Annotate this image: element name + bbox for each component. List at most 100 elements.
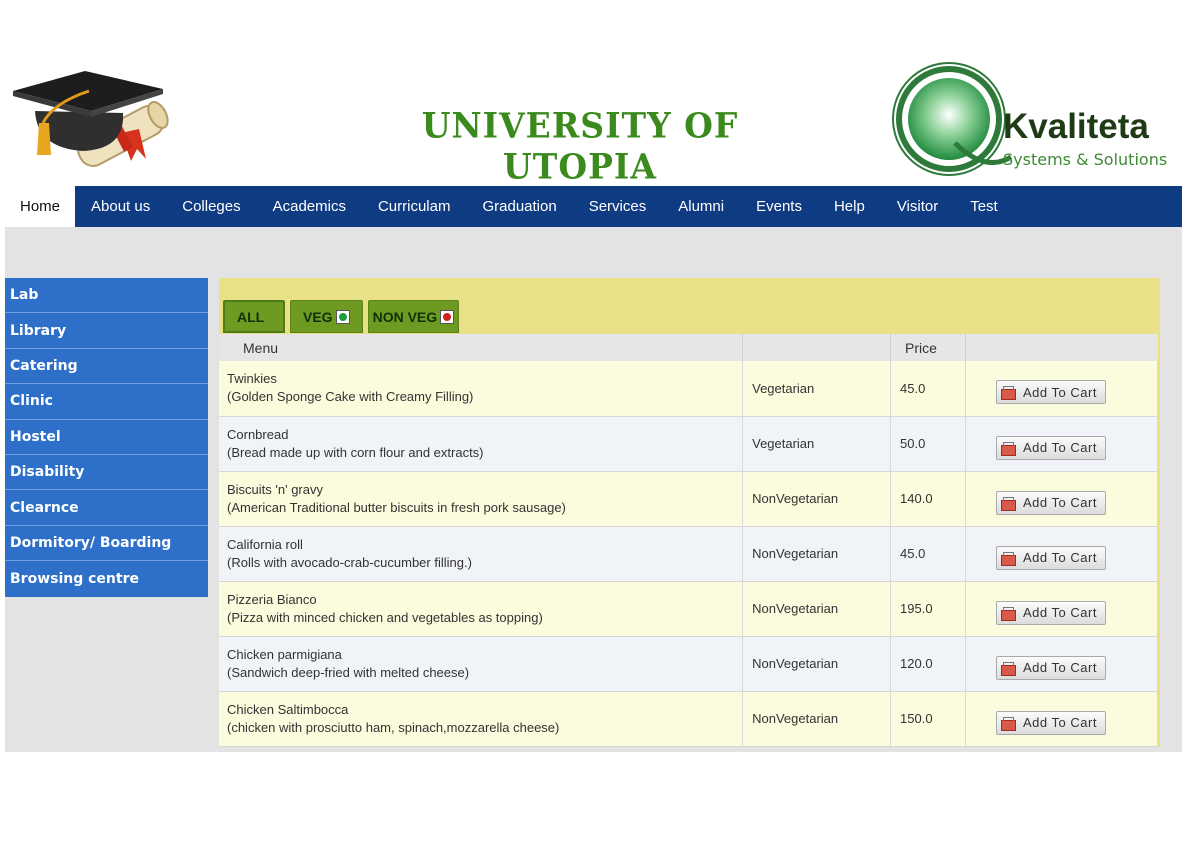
sidebar-item-dormitory[interactable]: Dormitory/ Boarding: [5, 525, 208, 562]
add-to-cart-label: Add To Cart: [1023, 495, 1097, 510]
menu-item-description: (Rolls with avocado-crab-cucumber fillin…: [227, 554, 472, 570]
cart-icon: [1001, 661, 1017, 676]
nav-academics[interactable]: Academics: [257, 186, 362, 227]
sidebar-item-library[interactable]: Library: [5, 313, 208, 349]
main-navbar: Home About us Colleges Academics Curricu…: [5, 186, 1182, 227]
cart-cell: Add To Cart: [965, 361, 1158, 417]
table-row: Chicken Saltimbocca (chicken with prosci…: [219, 691, 1158, 747]
menu-item-price: 195.0: [890, 581, 967, 637]
add-to-cart-button[interactable]: Add To Cart: [996, 655, 1107, 680]
cart-cell: Add To Cart: [965, 471, 1158, 527]
add-to-cart-label: Add To Cart: [1023, 384, 1097, 400]
table-row: Twinkies (Golden Sponge Cake with Creamy…: [219, 361, 1158, 417]
catering-panel: ALL VEG NON VEG Menu Price Twinkies (Gol…: [219, 278, 1160, 747]
menu-item-description: (Pizza with minced chicken and vegetable…: [227, 609, 543, 625]
menu-item-type: Vegetarian: [742, 416, 892, 472]
table-row: California roll (Rolls with avocado-crab…: [219, 526, 1158, 582]
cart-icon: [1001, 386, 1017, 401]
tab-all-label: ALL: [237, 308, 265, 325]
tab-non-veg[interactable]: NON VEG: [367, 300, 460, 333]
add-to-cart-button[interactable]: Add To Cart: [996, 600, 1107, 625]
menu-item-name: Twinkies: [227, 371, 277, 387]
add-to-cart-button[interactable]: Add To Cart: [996, 545, 1107, 570]
filter-tabs: ALL VEG NON VEG: [223, 300, 464, 334]
menu-item-name: California roll: [227, 536, 303, 552]
page-title: UNIVERSITY OF UTOPIA: [421, 105, 739, 187]
menu-item-type: NonVegetarian: [742, 526, 892, 582]
column-header-menu: Menu: [219, 334, 744, 361]
menu-item-name: Cornbread: [227, 426, 289, 442]
menu-item-description: (chicken with prosciutto ham, spinach,mo…: [227, 719, 560, 735]
menu-item-type: NonVegetarian: [742, 636, 892, 692]
menu-item-cell: Biscuits 'n' gravy (American Traditional…: [219, 471, 744, 527]
menu-item-cell: Chicken parmigiana (Sandwich deep-fried …: [219, 636, 744, 692]
menu-item-price: 140.0: [890, 471, 967, 527]
sidebar-item-browsing-centre[interactable]: Browsing centre: [5, 561, 208, 597]
menu-item-cell: Cornbread (Bread made up with corn flour…: [219, 416, 744, 472]
menu-item-type: Vegetarian: [742, 361, 892, 417]
kvaliteta-logo-icon: [892, 62, 1013, 176]
column-header-action: [965, 334, 1158, 361]
table-row: Cornbread (Bread made up with corn flour…: [219, 416, 1158, 472]
menu-item-name: Pizzeria Bianco: [227, 591, 317, 607]
tab-all[interactable]: ALL: [223, 300, 285, 333]
column-header-price: Price: [890, 334, 967, 361]
sidebar-item-clinic[interactable]: Clinic: [5, 384, 208, 420]
site-header: UNIVERSITY OF UTOPIA Kvaliteta Systems &…: [5, 55, 1182, 187]
sidebar-item-clearnce[interactable]: Clearnce: [5, 490, 208, 526]
nav-events[interactable]: Events: [740, 186, 818, 227]
sidebar-item-hostel[interactable]: Hostel: [5, 419, 208, 455]
menu-item-name: Chicken parmigiana: [227, 646, 342, 662]
non-veg-indicator-icon: [440, 309, 455, 324]
menu-item-price: 50.0: [890, 416, 967, 472]
tab-non-veg-label: NON VEG: [372, 308, 438, 325]
column-header-type: [742, 334, 892, 361]
nav-services[interactable]: Services: [573, 186, 663, 227]
cart-icon: [1001, 551, 1017, 566]
cart-cell: Add To Cart: [965, 526, 1158, 582]
sidebar-item-lab[interactable]: Lab: [5, 278, 208, 314]
table-header-row: Menu Price: [219, 334, 1158, 361]
nav-home[interactable]: Home: [5, 186, 76, 227]
add-to-cart-button[interactable]: Add To Cart: [996, 435, 1107, 460]
table-row: Pizzeria Bianco (Pizza with minced chick…: [219, 581, 1158, 637]
sidebar-item-catering[interactable]: Catering: [5, 348, 208, 385]
cart-cell: Add To Cart: [965, 636, 1158, 692]
table-row: Biscuits 'n' gravy (American Traditional…: [219, 471, 1158, 527]
nav-graduation[interactable]: Graduation: [466, 186, 572, 227]
menu-item-description: (American Traditional butter biscuits in…: [227, 499, 566, 515]
cart-icon: [1001, 716, 1017, 731]
menu-item-cell: California roll (Rolls with avocado-crab…: [219, 526, 744, 582]
cart-cell: Add To Cart: [965, 581, 1158, 637]
table-row: Chicken parmigiana (Sandwich deep-fried …: [219, 636, 1158, 692]
cart-cell: Add To Cart: [965, 416, 1158, 472]
nav-help[interactable]: Help: [818, 186, 881, 227]
logo-name: Kvaliteta: [1003, 107, 1149, 146]
tab-veg[interactable]: VEG: [290, 300, 363, 333]
logo-subtitle: Systems & Solutions: [1003, 150, 1168, 169]
add-to-cart-label: Add To Cart: [1023, 605, 1097, 620]
nav-about-us[interactable]: About us: [75, 186, 166, 227]
menu-item-cell: Chicken Saltimbocca (chicken with prosci…: [219, 691, 744, 747]
add-to-cart-label: Add To Cart: [1023, 715, 1097, 730]
cart-icon: [1001, 496, 1017, 511]
menu-item-type: NonVegetarian: [742, 581, 892, 637]
company-logo: Kvaliteta Systems & Solutions: [885, 61, 1175, 181]
nav-colleges[interactable]: Colleges: [166, 186, 256, 227]
add-to-cart-button[interactable]: Add To Cart: [996, 710, 1107, 735]
add-to-cart-label: Add To Cart: [1023, 550, 1097, 565]
menu-item-price: 120.0: [890, 636, 967, 692]
menu-item-cell: Pizzeria Bianco (Pizza with minced chick…: [219, 581, 744, 637]
nav-test[interactable]: Test: [954, 186, 1014, 227]
add-to-cart-button[interactable]: Add To Cart: [996, 490, 1107, 515]
sidebar-item-disability[interactable]: Disability: [5, 454, 208, 491]
menu-item-cell: Twinkies (Golden Sponge Cake with Creamy…: [219, 361, 744, 417]
menu-item-description: (Bread made up with corn flour and extra…: [227, 444, 484, 460]
nav-curriculam[interactable]: Curriculam: [362, 186, 467, 227]
graduation-cap-icon: [13, 71, 169, 167]
nav-alumni[interactable]: Alumni: [662, 186, 740, 227]
menu-item-price: 45.0: [890, 526, 967, 582]
cart-icon: [1001, 441, 1017, 456]
add-to-cart-button[interactable]: Add To Cart: [996, 380, 1107, 405]
nav-visitor[interactable]: Visitor: [881, 186, 954, 227]
